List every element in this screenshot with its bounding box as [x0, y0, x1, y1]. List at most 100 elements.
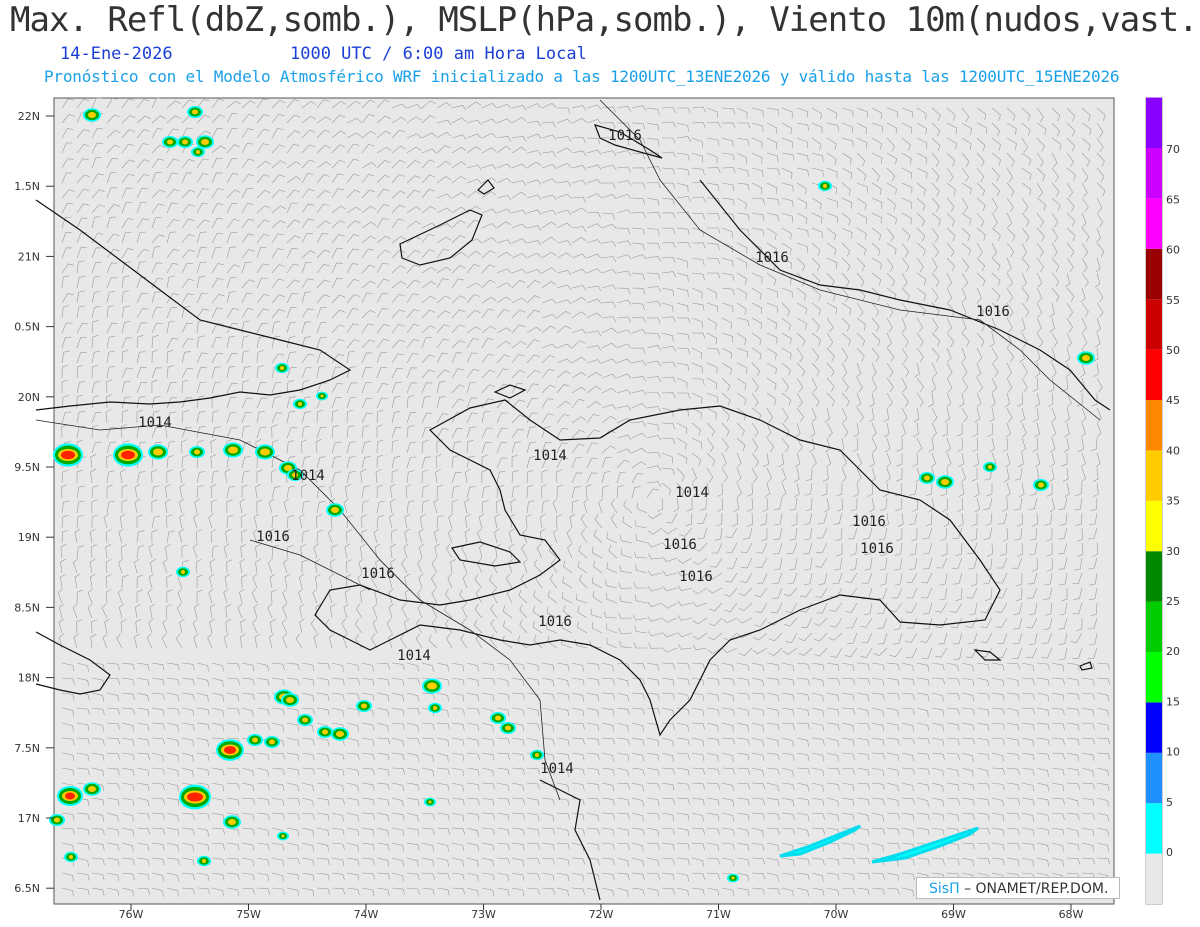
isobar-label: 1014	[540, 761, 574, 777]
reflectivity-core	[1082, 355, 1090, 361]
colorbar-label: 40	[1166, 444, 1180, 457]
reflectivity-core	[65, 792, 75, 800]
colorbar-label: 60	[1166, 244, 1180, 257]
lat-label: 19N	[18, 531, 40, 544]
reflectivity-core	[427, 682, 437, 690]
colorbar-label: 15	[1166, 695, 1180, 708]
colorbar-segment	[1146, 198, 1162, 249]
colorbar-segment	[1146, 551, 1162, 602]
lat-label: 0.5N	[14, 321, 40, 334]
colorbar-segment	[1146, 500, 1162, 552]
isobar-label: 1014	[291, 468, 325, 484]
isobar-label: 1014	[138, 415, 172, 431]
reflectivity-core	[280, 366, 284, 370]
reflectivity-core	[202, 859, 206, 863]
sispi-logo-text: SisΠ	[929, 881, 960, 897]
isobar-label: 1016	[663, 537, 697, 553]
isobar-label: 1016	[860, 541, 894, 557]
reflectivity-core	[731, 876, 735, 880]
lat-label: 21N	[18, 250, 40, 263]
forecast-description: Pronóstico con el Modelo Atmosférico WRF…	[44, 67, 1120, 86]
reflectivity-core	[823, 184, 827, 188]
forecast-time: 1000 UTC / 6:00 am Hora Local	[290, 44, 587, 64]
reflectivity-core	[201, 139, 209, 145]
isobar-label: 1014	[675, 485, 709, 501]
reflectivity-core	[224, 746, 236, 754]
reflectivity-core	[228, 446, 238, 454]
isobar-label: 1016	[538, 614, 572, 630]
reflectivity-core	[61, 450, 75, 460]
colorbar-label: 5	[1166, 796, 1173, 809]
colorbar-label: 65	[1166, 193, 1180, 206]
colorbar-segment	[1146, 752, 1162, 804]
reflectivity-core	[941, 479, 949, 485]
colorbar-label: 30	[1166, 545, 1180, 558]
reflectivity-core	[252, 737, 258, 743]
reflectivity-core	[361, 703, 367, 709]
isobar-label: 1016	[976, 304, 1010, 320]
reflectivity-core	[88, 112, 96, 118]
reflectivity-core	[187, 792, 203, 802]
colorbar-segment	[1146, 601, 1162, 652]
forecast-map: 22N 1.5N 21N 0.5N 20N 9.5N 19N 8.5N 18N 7.5N 17N 6.…	[14, 97, 1180, 921]
isobar-label: 1016	[755, 250, 789, 266]
reflectivity-core	[269, 739, 275, 745]
reflectivity-core	[322, 729, 328, 735]
colorbar-label: 55	[1166, 294, 1180, 307]
lat-label: 18N	[18, 672, 40, 685]
reflectivity-core	[153, 448, 163, 456]
colorbar-segment	[1146, 349, 1162, 400]
reflectivity-core	[302, 717, 308, 723]
reflectivity-core	[281, 834, 285, 838]
colorbar-segment	[1146, 450, 1162, 501]
colorbar-label: 10	[1166, 746, 1180, 759]
latitude-labels: 22N 1.5N 21N 0.5N 20N 9.5N 19N 8.5N 18N 7.5N 17N 6.…	[14, 110, 54, 895]
reflectivity-core	[988, 465, 992, 469]
reflectivity-core	[495, 715, 501, 721]
colorbar-label: 20	[1166, 645, 1180, 658]
lat-label: 1.5N	[14, 180, 40, 193]
colorbar-segment	[1146, 652, 1162, 703]
map-title: Max. Refl(dbZ,somb.), MSLP(hPa,somb.), V…	[10, 0, 1200, 40]
forecast-date: 14-Ene-2026	[60, 44, 173, 64]
colorbar-label: 50	[1166, 344, 1180, 357]
reflectivity-core	[192, 109, 198, 115]
lat-label: 8.5N	[14, 601, 40, 614]
colorbar-label: 25	[1166, 595, 1180, 608]
reflectivity-core	[1038, 482, 1044, 488]
reflectivity-core	[331, 507, 339, 513]
isobar-label: 1014	[397, 648, 431, 664]
reflectivity-core	[228, 819, 236, 825]
isobar-label: 1016	[256, 529, 290, 545]
colorbar-segment	[1146, 97, 1162, 148]
reflectivity-core	[433, 706, 437, 710]
colorbar-segment	[1146, 803, 1162, 854]
isobar-label: 1016	[361, 566, 395, 582]
reflectivity-core	[88, 786, 96, 792]
credit-text: – ONAMET/REP.DOM.	[964, 881, 1109, 897]
reflectivity-core	[535, 753, 539, 757]
colorbar: 0 5 10 15 20 25 30 35 40 45 50 55 60 65 70	[1145, 97, 1180, 905]
credit-box: SisΠ – ONAMET/REP.DOM.	[916, 877, 1120, 899]
reflectivity-core	[505, 725, 511, 731]
reflectivity-core	[336, 731, 344, 737]
lat-label: 20N	[18, 391, 40, 404]
reflectivity-core	[196, 150, 200, 154]
colorbar-label: 70	[1166, 143, 1180, 156]
reflectivity-core	[167, 139, 173, 145]
reflectivity-core	[181, 570, 185, 574]
colorbar-segment	[1146, 702, 1162, 753]
reflectivity-core	[320, 394, 324, 398]
isobar-label: 1016	[852, 514, 886, 530]
colorbar-label: 0	[1166, 846, 1173, 859]
longitude-labels: 76W 75W 74W 73W 72W 71W 70W 69W 68W	[119, 904, 1084, 921]
lat-label: 22N	[18, 110, 40, 123]
reflectivity-core	[428, 800, 432, 804]
isobar-label: 1016	[608, 128, 642, 144]
reflectivity-core	[286, 697, 294, 703]
isobar-label: 1016	[679, 569, 713, 585]
reflectivity-core	[54, 817, 60, 823]
colorbar-label: 35	[1166, 495, 1180, 508]
reflectivity-core	[260, 448, 270, 456]
colorbar-label: 45	[1166, 394, 1180, 407]
